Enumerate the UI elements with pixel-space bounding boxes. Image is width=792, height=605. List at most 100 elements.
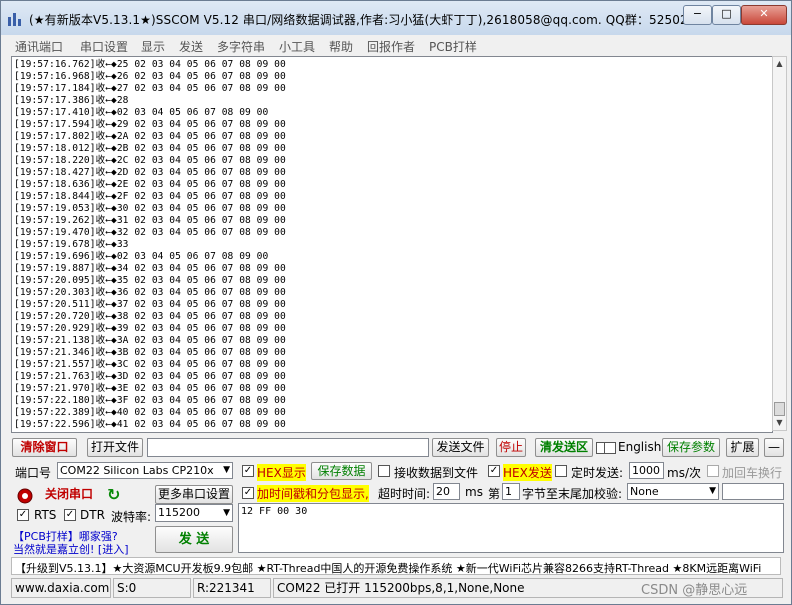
chevron-down-icon: ▼ (709, 486, 716, 496)
more-settings-button[interactable]: 更多串口设置 (155, 485, 233, 504)
dtr-label: DTR (80, 508, 105, 522)
stop-button[interactable]: 停止 (496, 438, 526, 457)
log-scrollbar[interactable]: ▲ ▼ (772, 56, 787, 431)
log-line: [19:57:22.596]收←◆41 02 03 04 05 06 07 08… (14, 419, 286, 430)
menu-item-feedback[interactable]: 回报作者 (367, 38, 415, 55)
clear-send-button[interactable]: 清发送区 (535, 438, 593, 457)
menu-item-port[interactable]: 通讯端口 (15, 38, 63, 55)
rts-checkbox[interactable]: ✓ (17, 509, 29, 521)
dtr-checkbox[interactable]: ✓ (64, 509, 76, 521)
hex-send-checkbox[interactable]: ✓ (488, 465, 500, 477)
ticker-text: 【升级到V5.13.1】★大资源MCU开发板9.9包邮 ★RT-Thread中国… (15, 562, 762, 575)
checksum-extra-box[interactable] (722, 483, 784, 500)
save-params-button[interactable]: 保存参数 (662, 438, 720, 457)
checksum-select[interactable]: None ▼ (627, 483, 719, 500)
sscom-window: (★有新版本V5.13.1★)SSCOM V5.12 串口/网络数据调试器,作者… (0, 0, 792, 605)
chevron-down-icon: ▼ (223, 508, 230, 518)
open-file-button[interactable]: 打开文件 (87, 438, 143, 457)
expand-button[interactable]: 扩展 (726, 438, 759, 457)
timed-send-checkbox[interactable] (555, 465, 567, 477)
timed-send-label: 定时发送: (571, 466, 624, 480)
timestamp-checkbox[interactable]: ✓ (242, 487, 254, 499)
pcb-promo-line2[interactable]: 当然就是嘉立创! [进入] (13, 541, 129, 557)
log-line: [19:57:17.802]收←◆2A 02 03 04 05 06 07 08… (14, 131, 286, 142)
log-line: [19:57:18.636]收←◆2E 02 03 04 05 06 07 08… (14, 179, 286, 190)
menu-item-help[interactable]: 帮助 (329, 38, 353, 55)
minimize-button[interactable]: − (683, 5, 712, 25)
scroll-up-arrow-icon[interactable]: ▲ (775, 59, 784, 68)
log-line: [19:57:17.386]收←◆28 (14, 95, 129, 106)
add-crlf-label: 加回车换行 (722, 466, 783, 480)
log-line: [19:57:19.678]收←◆33 (14, 239, 129, 250)
baud-label: 波特率: (111, 510, 152, 524)
timestamp-label: 加时间戳和分包显示, (257, 485, 369, 502)
port-select-value: COM22 Silicon Labs CP210x (60, 464, 214, 477)
log-line: [19:57:20.511]收←◆37 02 03 04 05 06 07 08… (14, 299, 286, 310)
app-icon (8, 13, 21, 26)
recv-to-file-checkbox[interactable] (378, 465, 390, 477)
hex-send-label: HEX发送 (503, 464, 552, 481)
csdn-watermark: CSDN @静思心远 (641, 583, 748, 598)
log-line: [19:57:19.696]收←◆02 03 04 05 06 07 08 09… (14, 251, 269, 262)
save-data-button[interactable]: 保存数据 (311, 462, 372, 480)
menu-item-tools[interactable]: 小工具 (279, 38, 315, 55)
log-line: [19:57:22.389]收←◆40 02 03 04 05 06 07 08… (14, 407, 286, 418)
close-button[interactable]: ✕ (741, 5, 787, 25)
menu-bar: 通讯端口 串口设置 显示 发送 多字符串 小工具 帮助 回报作者 PCB打样 (1, 35, 791, 55)
log-line: [19:57:21.138]收←◆3A 02 03 04 05 06 07 08… (14, 335, 286, 346)
log-line: [19:57:18.427]收←◆2D 02 03 04 05 06 07 08… (14, 167, 286, 178)
checksum-select-value: None (630, 485, 659, 498)
log-line: [19:57:19.053]收←◆30 02 03 04 05 06 07 08… (14, 203, 286, 214)
file-path-input[interactable] (147, 438, 429, 457)
clear-window-button[interactable]: 清除窗口 (12, 438, 77, 457)
title-bar[interactable]: (★有新版本V5.13.1★)SSCOM V5.12 串口/网络数据调试器,作者… (1, 1, 791, 36)
menu-item-display[interactable]: 显示 (141, 38, 165, 55)
send-input[interactable]: 12 FF 00 30 (238, 503, 784, 553)
timeout-unit: ms (465, 485, 483, 499)
menu-item-serial-settings[interactable]: 串口设置 (80, 38, 128, 55)
log-line: [19:57:22.180]收←◆3F 02 03 04 05 06 07 08… (14, 395, 286, 406)
window-title: (★有新版本V5.13.1★)SSCOM V5.12 串口/网络数据调试器,作者… (29, 13, 708, 27)
status-website[interactable]: www.daxia.com (11, 578, 111, 598)
status-recv-count: R:221341 (193, 578, 271, 598)
red-dot-icon (17, 488, 33, 504)
log-line: [19:57:17.184]收←◆27 02 03 04 05 06 07 08… (14, 83, 286, 94)
log-line: [19:57:19.470]收←◆32 02 03 04 05 06 07 08… (14, 227, 286, 238)
log-line: [19:57:19.887]收←◆34 02 03 04 05 06 07 08… (14, 263, 286, 274)
hex-display-label: HEX显示 (257, 464, 306, 481)
log-line: [19:57:17.594]收←◆29 02 03 04 05 06 07 08… (14, 119, 286, 130)
menu-item-send[interactable]: 发送 (179, 38, 203, 55)
port-select[interactable]: COM22 Silicon Labs CP210x ▼ (57, 462, 233, 479)
hex-display-checkbox[interactable]: ✓ (242, 465, 254, 477)
log-line: [19:57:21.346]收←◆3B 02 03 04 05 06 07 08… (14, 347, 286, 358)
send-button[interactable]: 发 送 (155, 526, 233, 553)
english-checkbox[interactable] (604, 442, 616, 454)
collapse-button[interactable]: — (764, 438, 784, 457)
log-line: [19:57:19.262]收←◆31 02 03 04 05 06 07 08… (14, 215, 286, 226)
log-line: [19:57:18.012]收←◆2B 02 03 04 05 06 07 08… (14, 143, 286, 154)
menu-item-multi-string[interactable]: 多字符串 (217, 38, 265, 55)
log-line: [19:57:18.220]收←◆2C 02 03 04 05 06 07 08… (14, 155, 286, 166)
timeout-label: 超时时间: (378, 487, 431, 501)
maximize-button[interactable]: □ (712, 5, 741, 25)
baud-select[interactable]: 115200 ▼ (155, 504, 233, 522)
send-file-button[interactable]: 发送文件 (432, 438, 489, 457)
log-line: [19:57:18.844]收←◆2F 02 03 04 05 06 07 08… (14, 191, 286, 202)
menu-item-pcb[interactable]: PCB打样 (429, 38, 477, 55)
receive-log[interactable]: [19:57:16.762]收←◆25 02 03 04 05 06 07 08… (11, 56, 773, 433)
refresh-icon[interactable]: ↻ (107, 485, 120, 504)
chevron-down-icon: ▼ (223, 465, 230, 475)
byte-prefix: 第 (488, 487, 501, 501)
log-line: [19:57:20.929]收←◆39 02 03 04 05 06 07 08… (14, 323, 286, 334)
news-ticker[interactable]: 【升级到V5.13.1】★大资源MCU开发板9.9包邮 ★RT-Thread中国… (11, 557, 781, 575)
close-port-button[interactable]: 关闭串口 (37, 485, 101, 506)
timeout-input[interactable]: 20 (433, 483, 460, 500)
log-line: [19:57:21.763]收←◆3D 02 03 04 05 06 07 08… (14, 371, 286, 382)
log-line: [19:57:20.720]收←◆38 02 03 04 05 06 07 08… (14, 311, 286, 322)
log-line: [19:57:17.410]收←◆02 03 04 05 06 07 08 09… (14, 107, 269, 118)
scroll-down-arrow-icon[interactable]: ▼ (775, 418, 784, 427)
interval-input[interactable]: 1000 (629, 462, 664, 479)
add-crlf-checkbox[interactable] (707, 465, 719, 477)
scroll-thumb[interactable] (774, 402, 785, 416)
byte-index-input[interactable]: 1 (502, 483, 520, 500)
